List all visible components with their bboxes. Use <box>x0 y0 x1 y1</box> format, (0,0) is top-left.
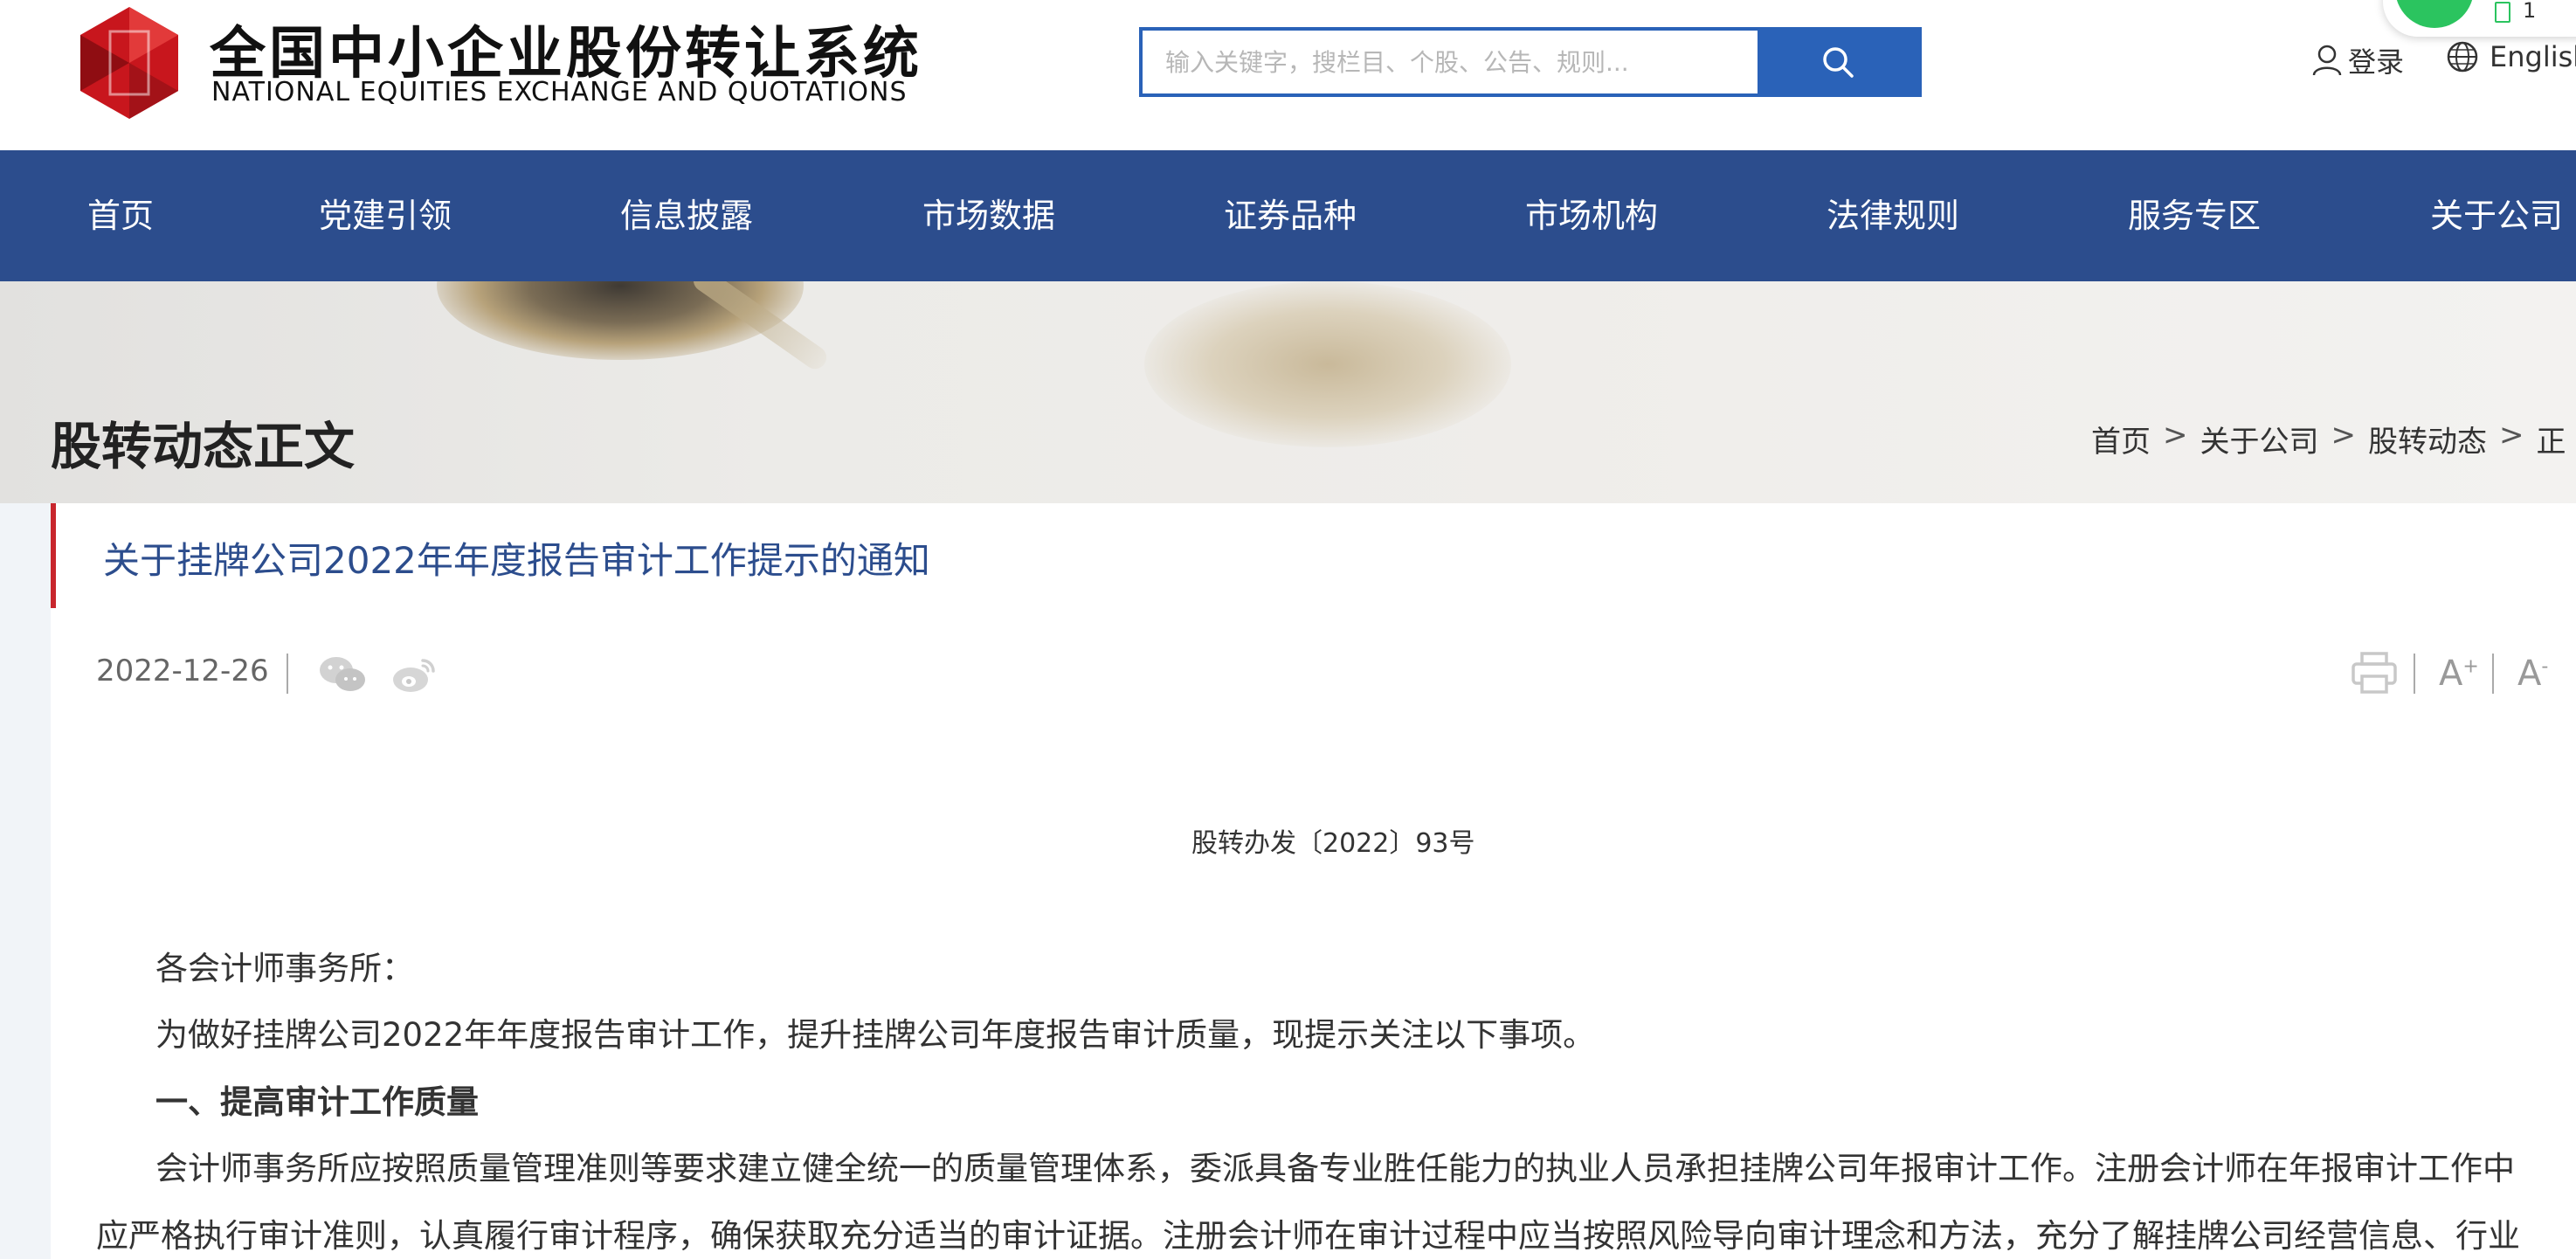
search-icon <box>1823 47 1854 78</box>
article-intro: 为做好挂牌公司2022年年度报告审计工作，提升挂牌公司年度报告审计质量，现提示关… <box>155 1016 1596 1054</box>
login-label: 登录 <box>2348 45 2405 79</box>
battery-icon <box>2495 2 2510 23</box>
breadcrumb: 首页 > 关于公司 > 股转动态 > 正 <box>2091 418 2566 460</box>
main-nav: 首页 党建引领 信息披露 市场数据 证券品种 市场机构 法律规则 服务专区 关于… <box>0 150 2576 281</box>
english-link[interactable]: English <box>2446 40 2576 73</box>
font-increase-button[interactable]: A+ <box>2439 654 2479 694</box>
nav-item-services[interactable]: 服务专区 <box>2128 150 2261 281</box>
font-decrease-label: A <box>2517 654 2542 694</box>
print-icon[interactable] <box>2350 650 2399 695</box>
font-decrease-button[interactable]: A- <box>2517 654 2548 694</box>
nav-item-institutions[interactable]: 市场机构 <box>1525 150 1658 281</box>
login-link[interactable]: 登录 <box>2311 40 2404 80</box>
globe-icon <box>2447 41 2478 73</box>
article-date: 2022-12-26 <box>96 654 269 688</box>
search-box <box>1139 27 1922 97</box>
nav-item-market-data[interactable]: 市场数据 <box>922 150 1055 281</box>
article-title: 关于挂牌公司2022年年度报告审计工作提示的通知 <box>103 539 930 582</box>
section-heading: 一、提高审计工作质量 <box>155 1083 479 1121</box>
document-number: 股转办发〔2022〕93号 <box>1191 828 1475 859</box>
nav-item-rules[interactable]: 法律规则 <box>1827 150 1959 281</box>
nav-item-securities[interactable]: 证券品种 <box>1224 150 1357 281</box>
user-icon <box>2312 45 2342 76</box>
breadcrumb-news[interactable]: 股转动态 <box>2368 418 2487 460</box>
site-title-en: NATIONAL EQUITIES EXCHANGE AND QUOTATION… <box>211 77 908 107</box>
article-paragraph: 会计师事务所应按照质量管理准则等要求建立健全统一的质量管理体系，委派具备专业胜任… <box>155 1150 2515 1187</box>
breadcrumb-about[interactable]: 关于公司 <box>2200 418 2319 460</box>
page-banner: 股转动态正文 首页 > 关于公司 > 股转动态 > 正 <box>0 281 2576 503</box>
divider <box>287 654 288 694</box>
divider <box>2414 654 2415 694</box>
nav-item-party-building[interactable]: 党建引领 <box>319 150 452 281</box>
weibo-share-icon[interactable] <box>390 654 439 695</box>
nav-item-about[interactable]: 关于公司 <box>2430 150 2563 281</box>
divider <box>2492 654 2494 694</box>
site-header: 全国中小企业股份转让系统 NATIONAL EQUITIES EXCHANGE … <box>0 0 2576 150</box>
neeq-logo-icon[interactable] <box>75 5 183 121</box>
floating-widget-count: 1 <box>2523 0 2537 23</box>
font-increase-sup: + <box>2462 655 2479 678</box>
breadcrumb-separator: > <box>2331 418 2357 453</box>
article-greeting: 各会计师事务所： <box>155 950 414 987</box>
banner-decoration-blur <box>1144 281 1511 447</box>
content-side-strip <box>0 503 51 1259</box>
breadcrumb-current: 正 <box>2536 425 2566 460</box>
nav-item-home[interactable]: 首页 <box>87 150 154 281</box>
font-increase-label: A <box>2439 654 2463 694</box>
font-decrease-sup: - <box>2541 655 2549 678</box>
english-label: English <box>2490 40 2576 73</box>
article-paragraph: 应严格执行审计准则，认真履行审计程序，确保获取充分适当的审计证据。注册会计师在审… <box>96 1217 2520 1255</box>
nav-item-disclosure[interactable]: 信息披露 <box>620 150 753 281</box>
breadcrumb-home[interactable]: 首页 <box>2091 418 2151 460</box>
search-input[interactable] <box>1143 31 1758 93</box>
breadcrumb-separator: > <box>2499 418 2524 453</box>
page-title: 股转动态正文 <box>51 417 356 476</box>
breadcrumb-separator: > <box>2163 418 2188 453</box>
article-title-bar: 关于挂牌公司2022年年度报告审计工作提示的通知 <box>51 503 2576 608</box>
wechat-share-icon[interactable] <box>318 654 367 695</box>
search-button[interactable] <box>1758 31 1918 93</box>
